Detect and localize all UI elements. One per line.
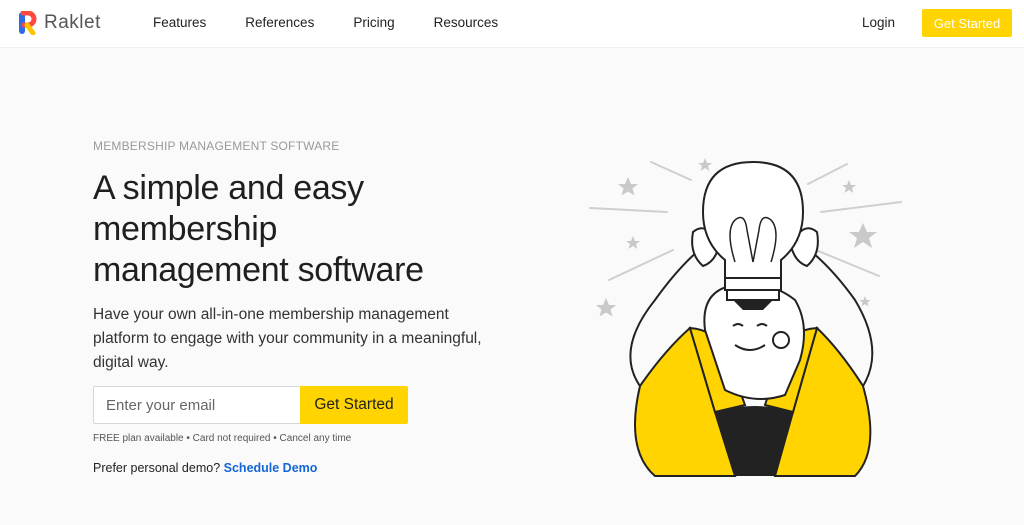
- nav-features[interactable]: Features: [153, 15, 206, 30]
- nav-pricing[interactable]: Pricing: [353, 15, 394, 30]
- signup-form: Get Started: [93, 386, 408, 424]
- fine-print: FREE plan available • Card not required …: [93, 433, 352, 444]
- person-lightbulb-illustration: [589, 158, 902, 477]
- logo[interactable]: Raklet: [18, 11, 101, 35]
- headline-line-2: membership: [93, 210, 278, 248]
- main-nav: Features References Pricing Resources: [153, 15, 537, 30]
- nav-references[interactable]: References: [245, 15, 314, 30]
- email-input[interactable]: [93, 386, 300, 424]
- demo-prompt: Prefer personal demo? Schedule Demo: [93, 461, 317, 475]
- hero-headline: A simple and easy membership management …: [93, 168, 523, 291]
- hero-description: Have your own all-in-one membership mana…: [93, 306, 482, 371]
- get-started-hero-button[interactable]: Get Started: [300, 386, 408, 424]
- get-started-header-button[interactable]: Get Started: [922, 9, 1012, 37]
- headline-line-1: A simple and easy: [93, 169, 364, 207]
- headline-line-3: management software: [93, 251, 424, 289]
- hero-eyebrow: MEMBERSHIP MANAGEMENT SOFTWARE: [93, 139, 340, 153]
- raklet-logo-icon: [19, 11, 37, 35]
- demo-prompt-text: Prefer personal demo?: [93, 461, 221, 475]
- logo-text: Raklet: [44, 12, 101, 33]
- schedule-demo-link[interactable]: Schedule Demo: [224, 461, 318, 475]
- login-link[interactable]: Login: [862, 15, 895, 30]
- nav-resources[interactable]: Resources: [434, 15, 499, 30]
- top-navbar: Raklet Features References Pricing Resou…: [0, 0, 1024, 48]
